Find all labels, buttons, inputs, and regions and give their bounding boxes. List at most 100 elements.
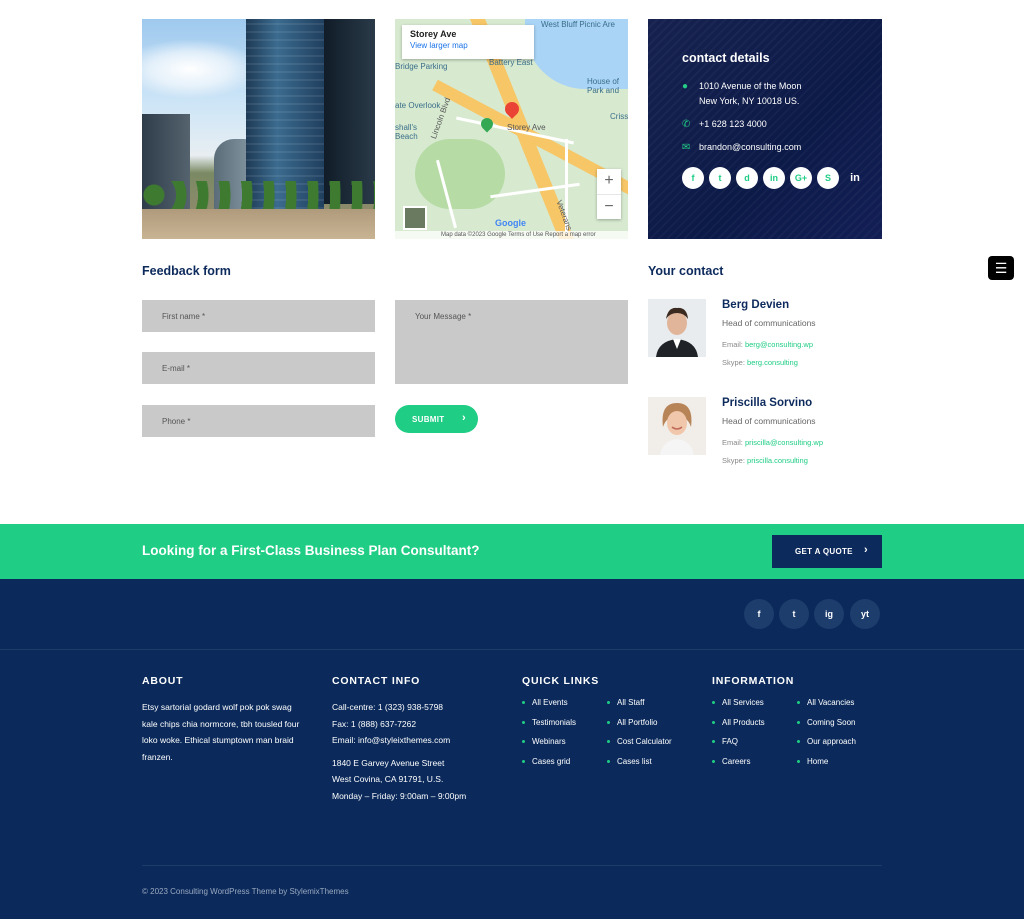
map-attribution: Map data ©2023 Google Terms of Use Repor… <box>395 231 628 239</box>
footer-quick-links: QUICK LINKS <box>522 675 599 699</box>
footer-link[interactable]: All Vacancies <box>797 698 856 718</box>
map-label: West Bluff Picnic Are <box>541 20 615 29</box>
fax: Fax: 1 (888) 637-7262 <box>332 718 417 729</box>
cloud <box>142 39 262 99</box>
copyright: © 2023 Consulting WordPress Theme by Sty… <box>142 887 349 896</box>
instagram-icon[interactable]: ig <box>814 599 844 629</box>
glass-tower <box>324 19 375 204</box>
get-a-quote-button[interactable]: GET A QUOTE › <box>772 535 882 568</box>
skype-link[interactable]: priscilla.consulting <box>747 456 808 465</box>
quick-links-col2: All Staff All Portfolio Cost Calculator … <box>607 698 672 776</box>
submit-label: SUBMIT <box>412 414 445 424</box>
footer-link[interactable]: Webinars <box>522 737 576 757</box>
view-larger-map-link[interactable]: View larger map <box>410 41 526 50</box>
message-placeholder: Your Message * <box>415 312 472 321</box>
footer-link[interactable]: Our approach <box>797 737 856 757</box>
building-photo <box>142 19 375 239</box>
map-label: House of Park and <box>587 77 620 95</box>
footer-link[interactable]: All Events <box>522 698 576 718</box>
footer-address: 1840 E Garvey Avenue Street <box>332 757 445 768</box>
address-row: ● 1010 Avenue of the Moon New York, NY 1… <box>682 79 882 109</box>
footer-bottom-divider <box>142 865 882 866</box>
envelope-icon: ✉ <box>682 142 691 153</box>
footer-link[interactable]: Testimonials <box>522 718 576 738</box>
email-label: Email: <box>722 438 743 447</box>
footer-information: INFORMATION <box>712 675 794 699</box>
email-link[interactable]: priscilla@consulting.wp <box>745 438 823 447</box>
your-contact-title: Your contact <box>648 264 724 278</box>
footer-link[interactable]: Cases grid <box>522 757 576 777</box>
cta-text: Looking for a First-Class Business Plan … <box>142 543 480 558</box>
footer-link[interactable]: All Products <box>712 718 765 738</box>
person-name: Berg Devien <box>722 299 790 311</box>
email-label: Email: <box>722 340 743 349</box>
skype-icon[interactable]: S <box>817 167 839 189</box>
facebook-icon[interactable]: f <box>682 167 704 189</box>
site-footer: f t ig yt ABOUT Etsy sartorial godard wo… <box>0 579 1024 919</box>
skype-label: Skype: <box>722 456 745 465</box>
cta-banner: Looking for a First-Class Business Plan … <box>0 524 1024 579</box>
footer-link[interactable]: Careers <box>712 757 765 777</box>
email-placeholder: E-mail * <box>162 363 191 373</box>
email-field[interactable]: E-mail * <box>142 352 375 384</box>
footer-link[interactable]: All Staff <box>607 698 672 718</box>
email-address[interactable]: brandon@consulting.com <box>699 140 801 155</box>
get-a-quote-label: GET A QUOTE <box>795 547 853 556</box>
phone-icon: ✆ <box>682 119 691 130</box>
quick-links-title: QUICK LINKS <box>522 675 600 687</box>
person-skype: Skype: priscilla.consulting <box>722 456 823 465</box>
map-park <box>415 139 505 209</box>
footer-address: West Covina, CA 91791, U.S. <box>332 774 444 784</box>
first-name-field[interactable]: First name * <box>142 300 375 332</box>
zoom-out-button[interactable]: − <box>597 194 621 219</box>
skype-label: Skype: <box>722 358 745 367</box>
skype-link[interactable]: berg.consulting <box>747 358 798 367</box>
zoom-in-button[interactable]: + <box>597 169 621 194</box>
phone-number[interactable]: +1 628 123 4000 <box>699 117 767 132</box>
trees <box>142 181 375 211</box>
email-link[interactable]: berg@consulting.wp <box>745 340 813 349</box>
map-satellite-toggle[interactable] <box>403 206 427 230</box>
social-icons: f t d in G+ S in <box>682 167 882 189</box>
footer-link[interactable]: All Services <box>712 698 765 718</box>
linkedin-icon[interactable]: in <box>763 167 785 189</box>
twitter-icon[interactable]: t <box>779 599 809 629</box>
google-map[interactable]: West Bluff Picnic Are Battery East Bridg… <box>395 19 628 239</box>
information-title: INFORMATION <box>712 675 795 687</box>
submit-button[interactable]: SUBMIT › <box>395 405 478 433</box>
twitter-icon[interactable]: t <box>709 167 731 189</box>
avatar <box>648 397 706 455</box>
footer-link[interactable]: Coming Soon <box>797 718 856 738</box>
call-centre: Call-centre: 1 (323) 938-5798 <box>332 702 444 712</box>
google-plus-icon[interactable]: G+ <box>790 167 812 189</box>
contact-info-title: CONTACT INFO <box>332 675 421 687</box>
person-email: Email: berg@consulting.wp <box>722 340 816 349</box>
footer-email[interactable]: Email: info@styleixthemes.com <box>332 732 502 749</box>
dribbble-icon[interactable]: d <box>736 167 758 189</box>
footer-link[interactable]: All Portfolio <box>607 718 672 738</box>
footer-link[interactable]: Cases list <box>607 757 672 777</box>
youtube-icon[interactable]: yt <box>850 599 880 629</box>
chevron-right-icon: › <box>864 544 868 556</box>
map-place-title: Storey Ave <box>410 29 457 39</box>
map-infobox: Storey Ave View larger map <box>402 25 534 59</box>
phone-row: ✆ +1 628 123 4000 <box>682 117 882 132</box>
map-label: ate Overlook <box>395 101 441 110</box>
menu-icon[interactable]: ☰ <box>988 256 1014 280</box>
footer-link[interactable]: FAQ <box>712 737 765 757</box>
avatar <box>648 299 706 357</box>
contact-details-title: contact details <box>682 51 770 65</box>
phone-field[interactable]: Phone * <box>142 405 375 437</box>
information-col2: All Vacancies Coming Soon Our approach H… <box>797 698 856 776</box>
google-logo: Google <box>495 218 526 228</box>
map-label: shall's Beach <box>395 123 418 141</box>
message-textarea[interactable]: Your Message * <box>395 300 628 384</box>
footer-link[interactable]: Home <box>797 757 856 777</box>
phone-placeholder: Phone * <box>162 416 191 426</box>
linkedin-icon[interactable]: in <box>844 167 866 189</box>
person-role: Head of communications <box>722 318 816 328</box>
map-label: Storey Ave <box>507 123 546 132</box>
quick-links-col1: All Events Testimonials Webinars Cases g… <box>522 698 576 776</box>
footer-link[interactable]: Cost Calculator <box>607 737 672 757</box>
facebook-icon[interactable]: f <box>744 599 774 629</box>
